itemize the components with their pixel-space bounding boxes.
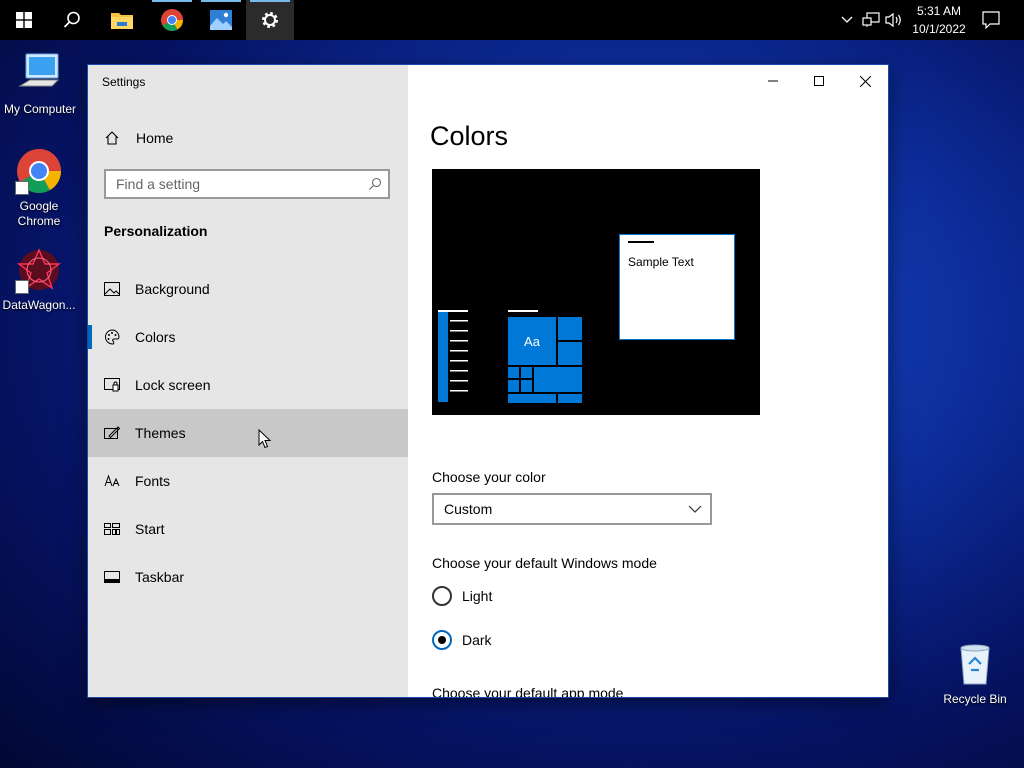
app-mode-label: Choose your default app mode bbox=[432, 685, 624, 697]
preview-tiles: Aa bbox=[508, 317, 582, 403]
chrome-icon bbox=[15, 147, 63, 195]
chevron-up-icon bbox=[841, 16, 853, 23]
shortcut-arrow-icon bbox=[15, 280, 29, 294]
notification-icon bbox=[982, 11, 1000, 29]
search-input[interactable] bbox=[106, 171, 366, 197]
choose-color-label: Choose your color bbox=[432, 469, 546, 485]
radio-light[interactable]: Light bbox=[432, 586, 492, 606]
volume-icon bbox=[885, 12, 901, 28]
taskbar: 5:31 AM 10/1/2022 bbox=[0, 0, 1024, 40]
sidebar-item-background[interactable]: Background bbox=[88, 265, 408, 313]
choose-color-value: Custom bbox=[444, 501, 493, 517]
radio-light-label: Light bbox=[462, 588, 493, 604]
show-hidden-icons[interactable] bbox=[838, 0, 856, 40]
preview-tiles-top-line bbox=[508, 310, 538, 312]
chevron-down-icon bbox=[688, 505, 702, 513]
sidebar-item-start[interactable]: Start bbox=[88, 505, 408, 553]
sidebar-item-taskbar[interactable]: Taskbar bbox=[88, 553, 408, 601]
datawagon-icon bbox=[15, 246, 63, 294]
windows-logo-icon bbox=[16, 12, 32, 28]
windows-mode-label: Choose your default Windows mode bbox=[432, 555, 657, 571]
action-center-button[interactable] bbox=[978, 0, 1004, 40]
clock-time: 5:31 AM bbox=[916, 4, 962, 18]
taskbar-icon bbox=[104, 569, 120, 585]
sidebar-item-label: Colors bbox=[135, 329, 176, 345]
network-tray[interactable] bbox=[860, 0, 882, 40]
taskbar-chrome[interactable] bbox=[148, 0, 196, 40]
choose-color-dropdown[interactable]: Custom bbox=[432, 493, 712, 525]
computer-icon bbox=[16, 50, 64, 98]
desktop-icon-label: Google Chrome bbox=[17, 199, 61, 228]
sidebar-item-lock-screen[interactable]: Lock screen bbox=[88, 361, 408, 409]
sidebar-item-label: Fonts bbox=[135, 473, 171, 489]
radio-dark[interactable]: Dark bbox=[432, 630, 492, 650]
sidebar-item-fonts[interactable]: Fonts bbox=[88, 457, 408, 505]
personalization-nav: Background Colors Lock screen Themes Fon… bbox=[88, 265, 408, 601]
search-icon bbox=[369, 177, 382, 190]
sidebar-item-label: Start bbox=[135, 521, 165, 537]
photos-icon bbox=[210, 10, 232, 30]
colors-page: Colors Aa Sample Text Choose your color … bbox=[408, 65, 888, 697]
color-preview: Aa Sample Text bbox=[432, 169, 760, 415]
sidebar-item-label: Taskbar bbox=[135, 569, 185, 585]
shortcut-arrow-icon bbox=[15, 181, 29, 195]
clock-date: 10/1/2022 bbox=[912, 22, 966, 36]
search-button[interactable] bbox=[48, 0, 96, 40]
fonts-icon bbox=[104, 473, 120, 489]
radio-dark-label: Dark bbox=[462, 632, 492, 648]
search-icon bbox=[63, 11, 80, 28]
radio-light-indicator[interactable] bbox=[432, 586, 452, 606]
taskbar-settings[interactable] bbox=[246, 0, 294, 40]
taskbar-file-explorer[interactable] bbox=[98, 0, 146, 40]
start-icon bbox=[104, 521, 120, 537]
settings-window: Settings Home Personalization Background bbox=[88, 65, 888, 697]
desktop-icon-datawagon[interactable]: DataWagon... bbox=[0, 246, 79, 313]
sidebar-item-colors[interactable]: Colors bbox=[88, 313, 408, 361]
preview-tile-text: Aa bbox=[508, 317, 556, 365]
sidebar-item-label: Lock screen bbox=[135, 377, 211, 393]
volume-tray[interactable] bbox=[883, 0, 905, 40]
desktop-icon-label: Recycle Bin bbox=[943, 692, 1007, 706]
desktop-icon-label: DataWagon... bbox=[2, 298, 76, 312]
start-button[interactable] bbox=[0, 0, 48, 40]
settings-sidebar: Settings Home Personalization Background bbox=[88, 65, 408, 697]
preview-sample-window: Sample Text bbox=[619, 234, 735, 340]
preview-list-top-line bbox=[438, 310, 468, 312]
radio-dark-indicator[interactable] bbox=[432, 630, 452, 650]
settings-gear-icon bbox=[262, 12, 278, 28]
file-explorer-icon bbox=[111, 13, 133, 29]
themes-icon bbox=[104, 425, 120, 441]
window-title: Settings bbox=[102, 75, 146, 89]
sidebar-item-label: Themes bbox=[135, 425, 186, 441]
nav-home[interactable]: Home bbox=[104, 127, 173, 149]
section-heading: Personalization bbox=[104, 223, 208, 239]
sidebar-item-themes[interactable]: Themes bbox=[88, 409, 408, 457]
page-title: Colors bbox=[430, 121, 509, 151]
chrome-icon bbox=[161, 9, 183, 31]
find-setting-search[interactable] bbox=[104, 169, 390, 199]
taskbar-photos[interactable] bbox=[197, 0, 245, 40]
preview-sample-text: Sample Text bbox=[628, 255, 694, 269]
desktop-icon-my-computer[interactable]: My Computer bbox=[0, 50, 80, 117]
preview-list-lines bbox=[438, 310, 468, 400]
recycle-bin-icon bbox=[951, 640, 999, 688]
network-icon bbox=[862, 12, 880, 27]
image-icon bbox=[104, 281, 120, 297]
taskbar-clock[interactable]: 5:31 AM 10/1/2022 bbox=[906, 2, 972, 38]
desktop-icon-google-chrome[interactable]: Google Chrome bbox=[0, 147, 79, 229]
nav-home-label: Home bbox=[136, 130, 174, 146]
palette-icon bbox=[104, 329, 120, 345]
desktop-icon-label: My Computer bbox=[3, 102, 77, 116]
lock-screen-icon bbox=[104, 377, 120, 393]
mouse-cursor-icon bbox=[258, 429, 272, 449]
sidebar-item-label: Background bbox=[135, 281, 210, 297]
home-icon bbox=[105, 131, 119, 145]
desktop-icon-recycle-bin[interactable]: Recycle Bin bbox=[935, 640, 1015, 707]
